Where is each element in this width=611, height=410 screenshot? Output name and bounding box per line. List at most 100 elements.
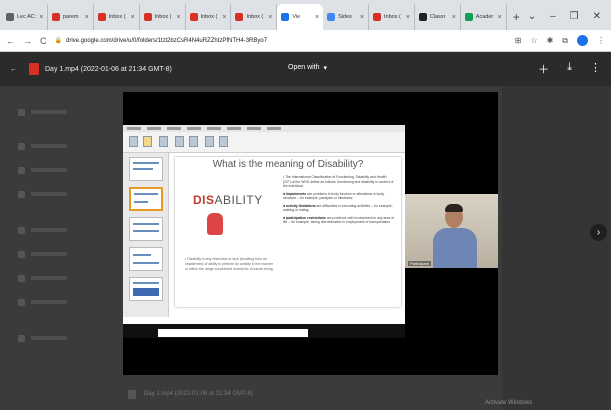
url-text: drive.google.com/drive/u/0/folders/1tzl2… (65, 37, 268, 44)
tab-favicon-icon (51, 13, 60, 21)
hand-icon (207, 213, 223, 235)
close-window-icon[interactable]: ✕ (593, 11, 601, 22)
tab-close-icon[interactable]: × (498, 14, 502, 21)
tab-search-icon[interactable]: ⌄ (528, 11, 536, 22)
tab-label: Inbox ( (384, 14, 401, 20)
tab-close-icon[interactable]: × (360, 14, 364, 21)
browser-tab[interactable]: Classr × (415, 4, 461, 30)
add-to-drive-icon[interactable]: ＋ (538, 61, 549, 77)
computers-icon (18, 166, 25, 174)
browser-tab[interactable]: Inbox (× (186, 4, 232, 30)
tab-close-icon[interactable]: × (39, 14, 43, 21)
shared-icon (18, 190, 25, 198)
tab-label: Vie (292, 14, 301, 20)
tab-label: Acader (475, 14, 494, 20)
tab-label: Inbox ( (246, 14, 264, 20)
slide-thumbnail (129, 187, 163, 211)
extensions-icon[interactable]: ⧉ (562, 36, 568, 46)
tab-favicon-icon (235, 13, 244, 21)
browser-tab[interactable]: Vie × (277, 4, 324, 30)
sidebar-item[interactable] (18, 166, 78, 174)
browser-tab[interactable]: Inbox ( × (94, 4, 140, 30)
tab-label: Sides (338, 14, 352, 20)
profile-avatar[interactable] (577, 35, 588, 46)
browser-toolbar: ← → C 🔒 drive.google.com/drive/u/0/folde… (0, 30, 611, 52)
tab-favicon-icon (281, 13, 290, 21)
browser-tab[interactable]: Sides × (323, 4, 370, 30)
more-options-icon[interactable]: ⋮ (590, 61, 601, 77)
bookmark-star-icon[interactable]: ☆ (530, 36, 537, 45)
tab-close-icon[interactable]: × (315, 14, 319, 21)
caret-down-icon: ▾ (323, 65, 328, 72)
sidebar-item[interactable] (18, 190, 78, 198)
tab-close-icon[interactable]: × (85, 14, 89, 21)
details-panel (502, 86, 611, 410)
maximize-icon[interactable]: ❐ (570, 11, 579, 22)
slide-left-text: • Disability is any restriction or lack … (185, 257, 274, 271)
video-file-icon (29, 63, 39, 75)
new-tab-button[interactable]: + (513, 10, 520, 24)
participant-name: Participant (408, 261, 431, 266)
tab-label: Classr (429, 14, 446, 20)
browser-tab[interactable]: Inbox ( × (369, 4, 415, 30)
viewer-actions: ＋ ⤓ ⋮ (538, 61, 601, 77)
back-icon[interactable]: ← (6, 36, 15, 46)
tab-close-icon[interactable]: × (268, 14, 272, 21)
address-bar[interactable]: 🔒 drive.google.com/drive/u/0/folders/1tz… (55, 33, 507, 49)
slide-thumbnail (129, 247, 163, 271)
install-icon[interactable]: ⊞ (515, 36, 522, 45)
slide-thumbnail (129, 217, 163, 241)
browser-tab[interactable]: Inbox ( × (231, 4, 278, 30)
sidebar-item[interactable] (18, 226, 78, 234)
tab-favicon-icon (327, 13, 336, 21)
starred-icon (18, 274, 25, 282)
slide-bullet: ■ participation restrictions are problem… (283, 215, 395, 225)
bottom-file-row: Day 1.mp4 (2022-01-06 at 21:34 GMT-8) (128, 386, 378, 402)
extension-icon[interactable]: ✱ (547, 36, 554, 45)
tab-favicon-icon (189, 13, 198, 21)
menu-icon[interactable]: ⋮ (597, 36, 605, 45)
tab-favicon-icon (373, 13, 382, 21)
tab-close-icon[interactable]: × (176, 14, 180, 21)
sidebar-item[interactable] (18, 250, 78, 258)
forward-icon[interactable]: → (23, 36, 32, 46)
slide-thumbnail (129, 157, 163, 181)
tab-close-icon[interactable]: × (222, 14, 226, 21)
sidebar-item[interactable] (18, 274, 78, 282)
next-file-icon[interactable]: › (590, 224, 607, 241)
sidebar-item[interactable] (18, 142, 78, 150)
tab-favicon-icon (6, 13, 14, 21)
activate-windows-watermark: Activate Windows (485, 400, 533, 406)
tab-label: parem (62, 14, 79, 20)
recent-icon (18, 226, 25, 234)
minimize-icon[interactable]: – (550, 11, 556, 22)
slide-title: What is the meaning of Disability? (212, 159, 364, 170)
slide-bullet: ■ activity limitations are difficulties … (283, 203, 393, 213)
tab-label: Inbox ( (108, 14, 126, 20)
browser-tab[interactable]: Inbox (× (140, 4, 186, 30)
open-with-button[interactable]: Open with ▾ (288, 64, 327, 72)
browser-tab[interactable]: Acader × (461, 4, 507, 30)
tab-favicon-icon (97, 13, 106, 21)
reload-icon[interactable]: C (40, 36, 47, 46)
browser-tab[interactable]: parem × (48, 4, 94, 30)
tab-close-icon[interactable]: × (406, 14, 410, 21)
tab-close-icon[interactable]: × (131, 14, 135, 21)
slide-thumbnails (123, 153, 169, 317)
disability-logo: DISABILITY (193, 193, 263, 207)
browser-tab[interactable]: Lec AC: × (2, 4, 48, 30)
storage-icon (18, 334, 25, 342)
sidebar-item[interactable] (18, 108, 78, 116)
sidebar-item[interactable] (18, 298, 78, 306)
window-controls: ⌄ – ❐ ✕ (528, 11, 601, 22)
download-icon[interactable]: ⤓ (567, 61, 572, 77)
sidebar-item[interactable] (18, 334, 78, 342)
slide-bullet: • The International Classification of Fu… (283, 175, 394, 188)
tab-favicon-icon (418, 13, 427, 21)
drive-icon (18, 142, 25, 150)
current-slide: What is the meaning of Disability? DISAB… (175, 157, 401, 307)
tab-close-icon[interactable]: × (452, 14, 456, 21)
back-arrow-icon[interactable]: ← (10, 66, 17, 73)
viewer-header: ← Day 1.mp4 (2022-01-06 at 21:34 GMT-8) … (0, 52, 611, 86)
clock-icon (18, 250, 25, 258)
